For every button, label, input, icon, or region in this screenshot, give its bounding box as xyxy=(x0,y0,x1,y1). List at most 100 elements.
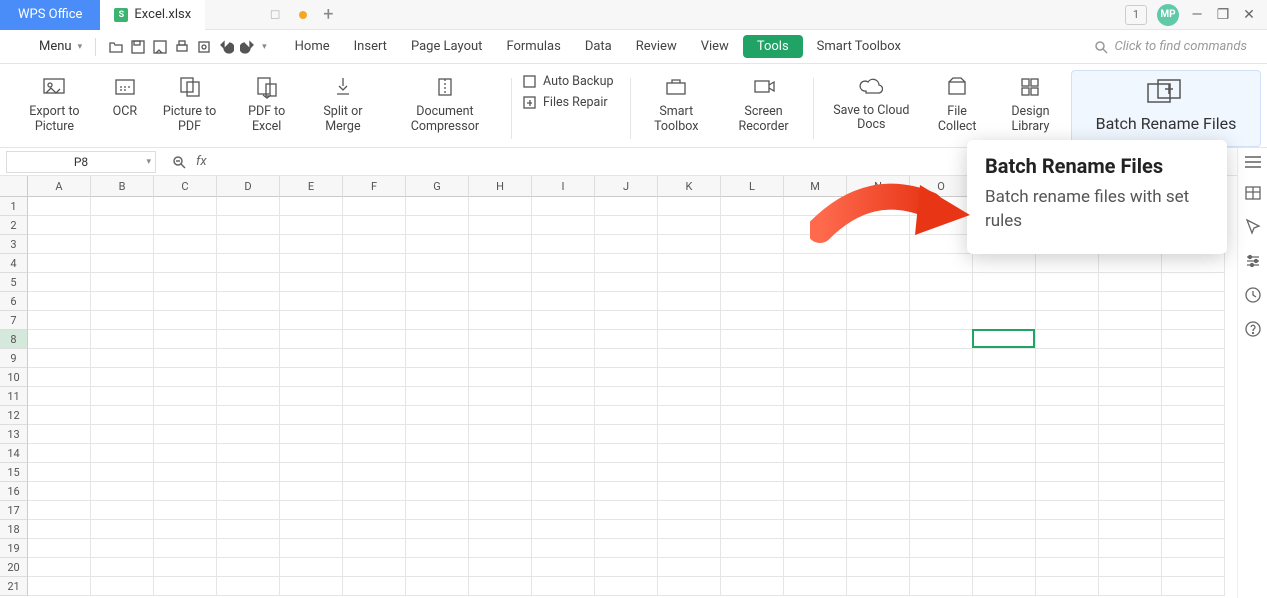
row-header[interactable]: 21 xyxy=(0,577,28,596)
cell[interactable] xyxy=(721,235,784,254)
cell[interactable] xyxy=(973,292,1036,311)
cell[interactable] xyxy=(154,330,217,349)
cell[interactable] xyxy=(91,330,154,349)
cell[interactable] xyxy=(217,311,280,330)
cell[interactable] xyxy=(469,482,532,501)
cell[interactable] xyxy=(1162,577,1225,596)
row-header[interactable]: 8 xyxy=(0,330,28,349)
cell[interactable] xyxy=(1099,539,1162,558)
cell[interactable] xyxy=(973,558,1036,577)
cell[interactable] xyxy=(532,501,595,520)
cell[interactable] xyxy=(469,539,532,558)
qat-dropdown-icon[interactable]: ▾ xyxy=(262,42,267,52)
cell[interactable] xyxy=(847,501,910,520)
cell[interactable] xyxy=(847,387,910,406)
cell[interactable] xyxy=(847,273,910,292)
cell[interactable] xyxy=(280,577,343,596)
cell[interactable] xyxy=(1162,311,1225,330)
cell[interactable] xyxy=(469,330,532,349)
cell[interactable] xyxy=(721,558,784,577)
cell[interactable] xyxy=(658,368,721,387)
cell[interactable] xyxy=(217,330,280,349)
cell[interactable] xyxy=(847,520,910,539)
cell[interactable] xyxy=(469,311,532,330)
cell[interactable] xyxy=(91,197,154,216)
cell[interactable] xyxy=(1099,273,1162,292)
cell[interactable] xyxy=(595,463,658,482)
cell[interactable] xyxy=(343,558,406,577)
cell[interactable] xyxy=(847,235,910,254)
cell[interactable] xyxy=(1162,463,1225,482)
cell[interactable] xyxy=(973,311,1036,330)
cell[interactable] xyxy=(658,311,721,330)
save-as-icon[interactable] xyxy=(152,39,168,55)
cell[interactable] xyxy=(217,387,280,406)
cell[interactable] xyxy=(532,349,595,368)
cell[interactable] xyxy=(784,197,847,216)
cell[interactable] xyxy=(721,406,784,425)
cell[interactable] xyxy=(280,254,343,273)
menu-tab-data[interactable]: Data xyxy=(575,35,622,58)
cell[interactable] xyxy=(28,311,91,330)
cell[interactable] xyxy=(217,254,280,273)
cell[interactable] xyxy=(1099,330,1162,349)
cell[interactable] xyxy=(406,292,469,311)
cell[interactable] xyxy=(91,406,154,425)
cell[interactable] xyxy=(343,501,406,520)
cell[interactable] xyxy=(658,501,721,520)
document-compressor-button[interactable]: Document Compressor xyxy=(383,70,507,147)
cell[interactable] xyxy=(280,273,343,292)
cell[interactable] xyxy=(343,311,406,330)
cell[interactable] xyxy=(91,292,154,311)
row-header[interactable]: 2 xyxy=(0,216,28,235)
cell[interactable] xyxy=(28,330,91,349)
row-header[interactable]: 20 xyxy=(0,558,28,577)
cell[interactable] xyxy=(343,425,406,444)
cell[interactable] xyxy=(1162,349,1225,368)
cell[interactable] xyxy=(1099,577,1162,596)
cell[interactable] xyxy=(469,577,532,596)
cell[interactable] xyxy=(91,463,154,482)
cell[interactable] xyxy=(28,539,91,558)
cell[interactable] xyxy=(28,558,91,577)
cell[interactable] xyxy=(721,273,784,292)
cell[interactable] xyxy=(1099,406,1162,425)
cell[interactable] xyxy=(469,349,532,368)
row-header[interactable]: 7 xyxy=(0,311,28,330)
column-header[interactable]: L xyxy=(721,176,784,197)
cell[interactable] xyxy=(1099,311,1162,330)
cell[interactable] xyxy=(217,501,280,520)
pdf-to-excel-button[interactable]: PDF to Excel xyxy=(230,70,303,147)
cell[interactable] xyxy=(658,577,721,596)
cell[interactable] xyxy=(658,539,721,558)
column-header[interactable]: M xyxy=(784,176,847,197)
cell[interactable] xyxy=(217,463,280,482)
cell[interactable] xyxy=(280,311,343,330)
maximize-button[interactable]: ❐ xyxy=(1215,7,1231,23)
column-header[interactable]: K xyxy=(658,176,721,197)
cell[interactable] xyxy=(217,520,280,539)
cell[interactable] xyxy=(28,235,91,254)
cell[interactable] xyxy=(343,273,406,292)
cell[interactable] xyxy=(343,197,406,216)
cell[interactable] xyxy=(154,273,217,292)
cell[interactable] xyxy=(154,368,217,387)
cell[interactable] xyxy=(847,539,910,558)
cell[interactable] xyxy=(910,501,973,520)
cell[interactable] xyxy=(280,368,343,387)
cell[interactable] xyxy=(910,558,973,577)
cell[interactable] xyxy=(280,558,343,577)
cell[interactable] xyxy=(154,349,217,368)
cell[interactable] xyxy=(784,577,847,596)
user-avatar[interactable]: MP xyxy=(1157,4,1179,26)
cell[interactable] xyxy=(973,330,1036,349)
cell[interactable] xyxy=(973,463,1036,482)
cell[interactable] xyxy=(847,368,910,387)
cell[interactable] xyxy=(784,292,847,311)
command-search[interactable]: Click to find commands xyxy=(1084,39,1257,54)
cell[interactable] xyxy=(217,406,280,425)
cell[interactable] xyxy=(154,216,217,235)
cell[interactable] xyxy=(28,577,91,596)
cell[interactable] xyxy=(1099,387,1162,406)
cell[interactable] xyxy=(910,425,973,444)
